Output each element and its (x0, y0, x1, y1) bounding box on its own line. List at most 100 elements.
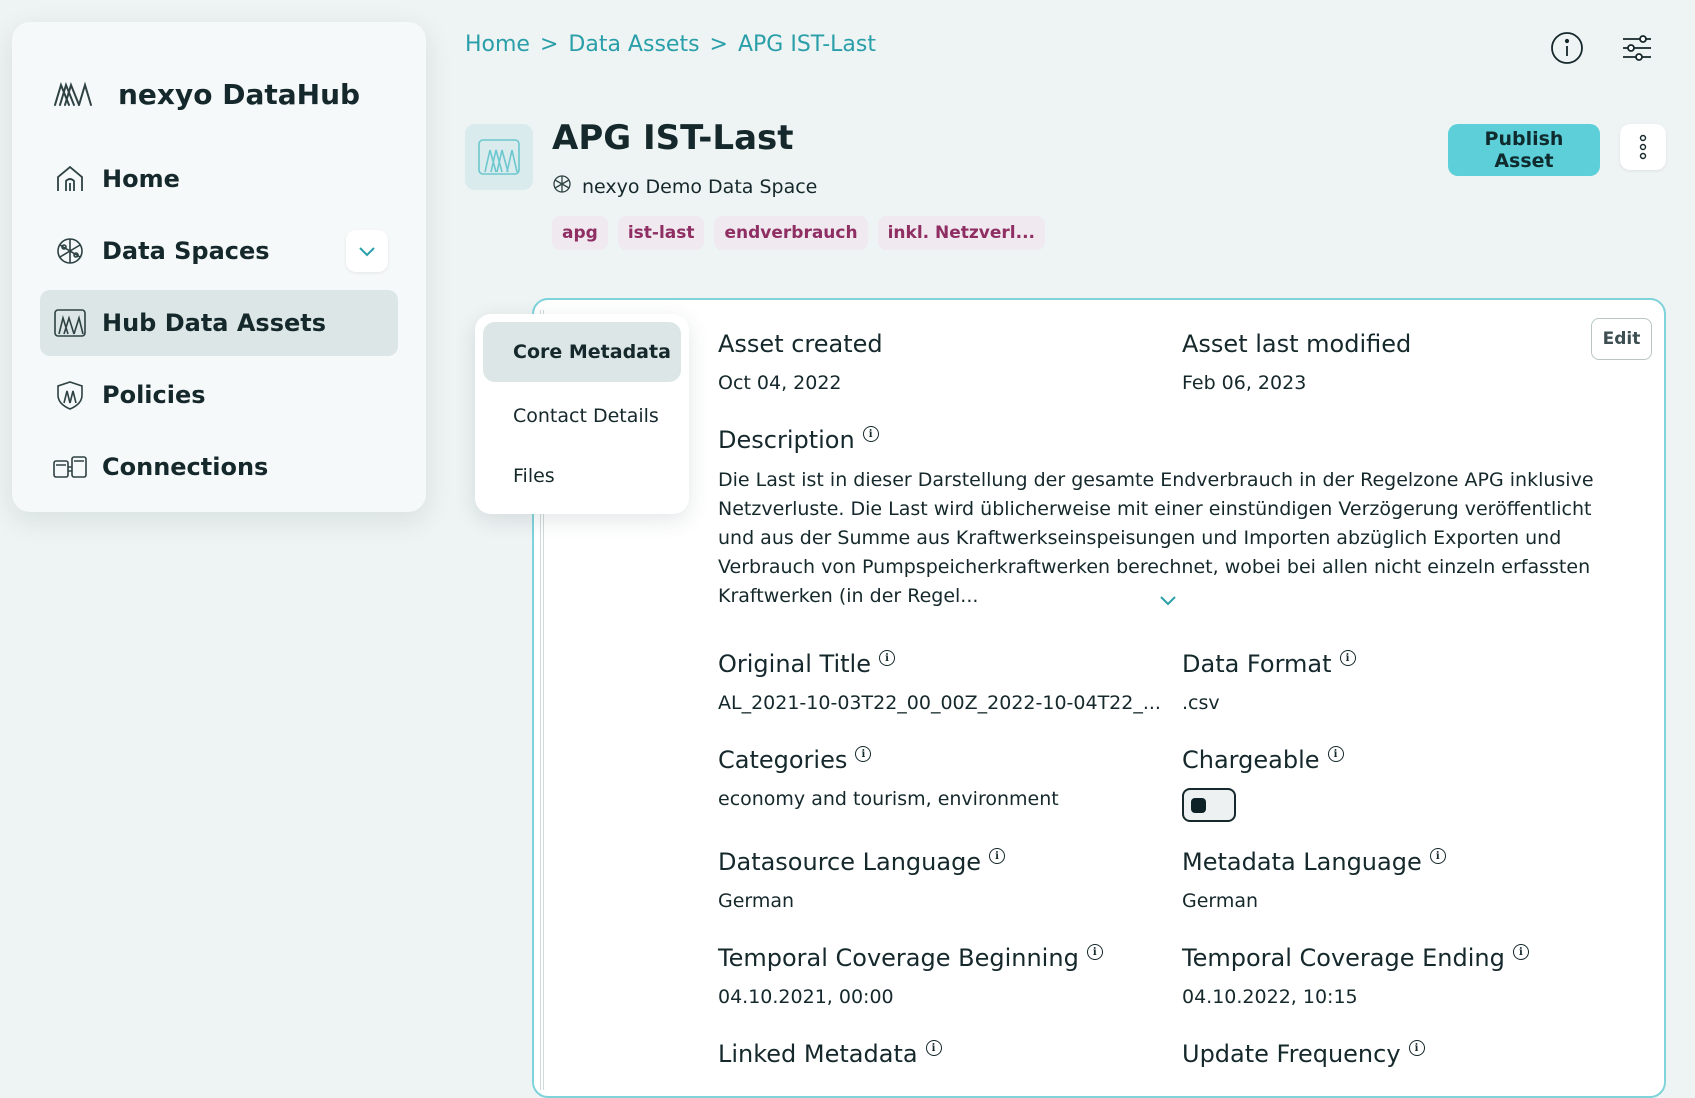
breadcrumb-separator: > (709, 32, 728, 57)
info-icon[interactable]: i (925, 1040, 942, 1056)
field-update-frequency: Update Frequency i (1182, 1040, 1425, 1068)
chargeable-toggle[interactable] (1182, 788, 1236, 822)
field-label: Data Format (1182, 650, 1332, 678)
field-value: Feb 06, 2023 (1182, 372, 1307, 394)
field-label: Categories (718, 746, 848, 774)
tab-core-metadata[interactable]: Core Metadata (483, 322, 681, 382)
breadcrumb-separator: > (539, 32, 559, 57)
info-icon[interactable]: i (1339, 650, 1356, 666)
field-value: economy and tourism, environment (718, 788, 1059, 810)
field-label: Description (718, 426, 855, 454)
info-icon[interactable]: i (862, 426, 879, 442)
section-tabs: Core Metadata Contact Details Files (475, 314, 689, 514)
tab-files[interactable]: Files (483, 446, 681, 506)
field-value: German (1182, 890, 1259, 912)
field-label: Temporal Coverage Beginning (718, 944, 1079, 972)
sidebar-item-data-spaces[interactable]: Data Spaces (40, 218, 398, 284)
field-metadata-language: Metadata Language i German (1182, 848, 1446, 912)
sidebar-item-label: Policies (102, 381, 206, 409)
field-label: Original Title (718, 650, 871, 678)
sidebar-item-label: Home (102, 165, 180, 193)
info-icon[interactable]: i (855, 746, 872, 762)
data-asset-icon (52, 305, 88, 341)
data-space-name: nexyo Demo Data Space (582, 175, 818, 198)
breadcrumb-data-assets[interactable]: Data Assets (568, 32, 699, 57)
more-vertical-icon (1639, 134, 1647, 160)
field-value: 04.10.2021, 00:00 (718, 986, 894, 1008)
tag-list: apg ist-last endverbrauch inkl. Netzverl… (552, 216, 1046, 250)
shield-icon (52, 377, 88, 413)
field-label: Metadata Language (1182, 848, 1422, 876)
tag[interactable]: inkl. Netzverl... (877, 216, 1046, 250)
field-label: Update Frequency (1182, 1040, 1401, 1068)
globe-network-icon (52, 233, 88, 269)
description-text: Die Last ist in dieser Darstellung der g… (718, 469, 1594, 607)
field-value: Oct 04, 2022 (718, 372, 842, 394)
brand[interactable]: nexyo DataHub (48, 64, 360, 124)
sidebar-item-hub-data-assets[interactable]: Hub Data Assets (40, 290, 398, 356)
breadcrumb-current[interactable]: APG IST-Last (738, 32, 876, 57)
sidebar-item-label: Connections (102, 453, 269, 481)
field-linked-metadata: Linked Metadata i (718, 1040, 942, 1068)
tag[interactable]: ist-last (617, 216, 705, 250)
field-value: German (718, 890, 795, 912)
field-data-format: Data Format i .csv (1182, 650, 1356, 714)
field-description: Description i (718, 426, 879, 454)
info-icon[interactable]: i (1408, 1040, 1425, 1056)
connections-icon (52, 449, 88, 485)
brand-name: nexyo DataHub (118, 77, 361, 111)
page-title: APG IST-Last (552, 118, 794, 158)
field-value: AL_2021-10-03T22_00_00Z_2022-10-04T22_..… (718, 692, 1161, 714)
globe-network-icon (552, 174, 572, 199)
field-categories: Categories i economy and tourism, enviro… (718, 746, 1059, 810)
home-icon (52, 161, 88, 197)
edit-button[interactable]: Edit (1591, 318, 1652, 360)
breadcrumb-home[interactable]: Home (465, 32, 530, 57)
field-label: Datasource Language (718, 848, 982, 876)
asset-data-space[interactable]: nexyo Demo Data Space (552, 174, 817, 199)
tag[interactable]: endverbrauch (714, 216, 868, 250)
chevron-down-icon (1160, 596, 1176, 606)
info-icon[interactable]: i (1429, 848, 1446, 864)
info-icon[interactable]: i (1086, 944, 1103, 960)
sidebar-item-home[interactable]: Home (40, 146, 398, 212)
field-label: Chargeable (1182, 746, 1320, 774)
sidebar-nav: Home Data Spaces Hub Data Assets Policie… (40, 146, 398, 506)
expand-description-button[interactable] (1158, 592, 1182, 616)
field-datasource-language: Datasource Language i German (718, 848, 1006, 912)
sidebar-item-label: Hub Data Assets (102, 309, 327, 337)
expand-data-spaces-button[interactable] (346, 230, 388, 272)
info-icon[interactable]: i (1327, 746, 1344, 762)
field-label: Temporal Coverage Ending (1182, 944, 1505, 972)
sidebar-item-label: Data Spaces (102, 237, 270, 265)
field-label: Asset created (718, 330, 883, 358)
tag[interactable]: apg (552, 216, 608, 250)
field-label: Linked Metadata (718, 1040, 918, 1068)
field-original-title: Original Title i AL_2021-10-03T22_00_00Z… (718, 650, 1161, 714)
field-chargeable: Chargeable i (1182, 746, 1344, 822)
info-icon[interactable]: i (989, 848, 1006, 864)
field-temporal-coverage-ending: Temporal Coverage Ending i 04.10.2022, 1… (1182, 944, 1529, 1008)
asset-thumbnail-icon (465, 124, 533, 190)
info-icon[interactable]: i (878, 650, 895, 666)
field-value: .csv (1182, 692, 1220, 714)
info-icon[interactable]: i (1512, 944, 1529, 960)
chevron-down-icon (359, 247, 375, 257)
sidebar: nexyo DataHub Home Data Spaces Hub Data … (12, 22, 426, 512)
sliders-icon[interactable] (1619, 30, 1655, 66)
breadcrumb: Home > Data Assets > APG IST-Last (465, 32, 876, 57)
tab-contact-details[interactable]: Contact Details (483, 386, 681, 446)
nexyo-logo-icon (48, 69, 98, 119)
field-temporal-coverage-beginning: Temporal Coverage Beginning i 04.10.2021… (718, 944, 1103, 1008)
publish-asset-button[interactable]: Publish Asset (1448, 124, 1600, 176)
field-label: Asset last modified (1182, 330, 1412, 358)
sidebar-item-policies[interactable]: Policies (40, 362, 398, 428)
field-value: 04.10.2022, 10:15 (1182, 986, 1358, 1008)
more-options-button[interactable] (1620, 124, 1666, 170)
field-asset-last-modified: Asset last modified Feb 06, 2023 (1182, 330, 1411, 394)
toggle-knob (1191, 798, 1206, 813)
info-icon[interactable] (1549, 30, 1585, 66)
top-toolbar (1549, 30, 1655, 66)
field-asset-created: Asset created Oct 04, 2022 (718, 330, 883, 394)
sidebar-item-connections[interactable]: Connections (40, 434, 398, 500)
